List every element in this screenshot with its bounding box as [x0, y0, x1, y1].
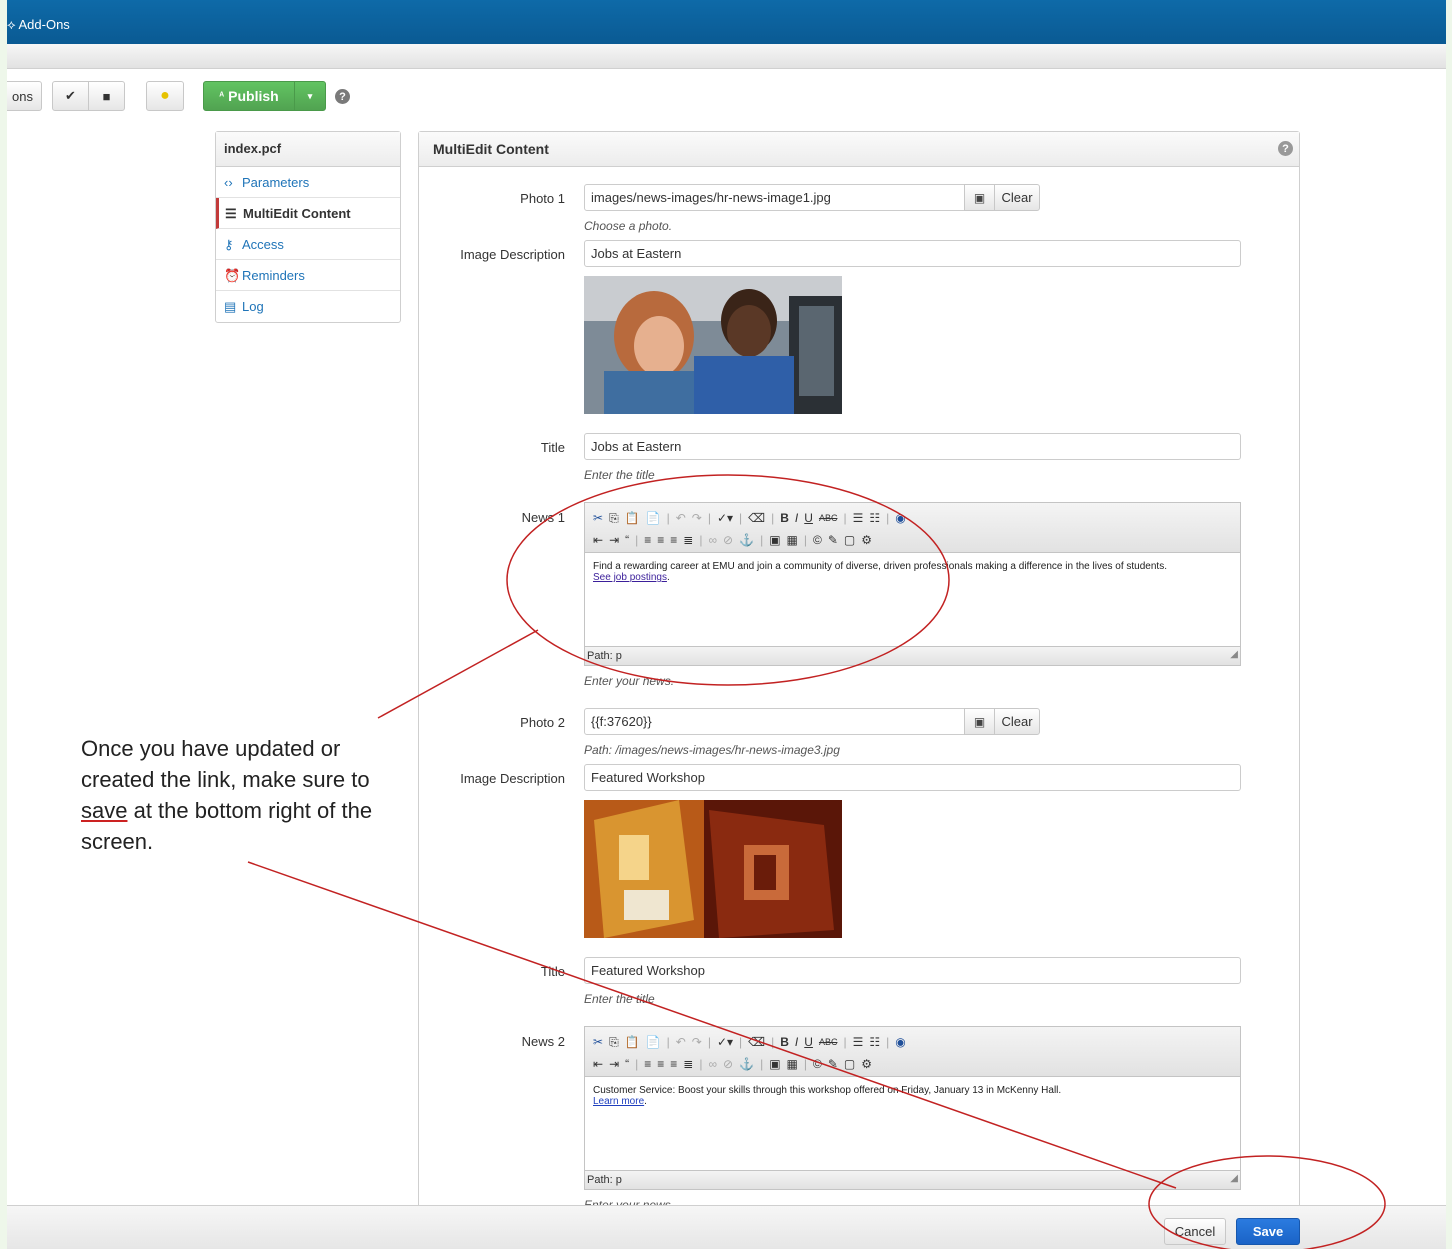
- annotation-pointer-line-2: [247, 861, 1177, 1189]
- save-highlight-circle: [1148, 1155, 1386, 1249]
- news1-highlight-circle: [506, 474, 950, 686]
- annotation-overlay: [247, 474, 1386, 1249]
- tutorial-annotation: Once you have updated or created the lin…: [81, 733, 386, 857]
- annotation-text-before: Once you have updated or created the lin…: [81, 736, 370, 792]
- annotation-pointer-line-1: [377, 629, 539, 719]
- annotation-save-word: save: [81, 798, 128, 823]
